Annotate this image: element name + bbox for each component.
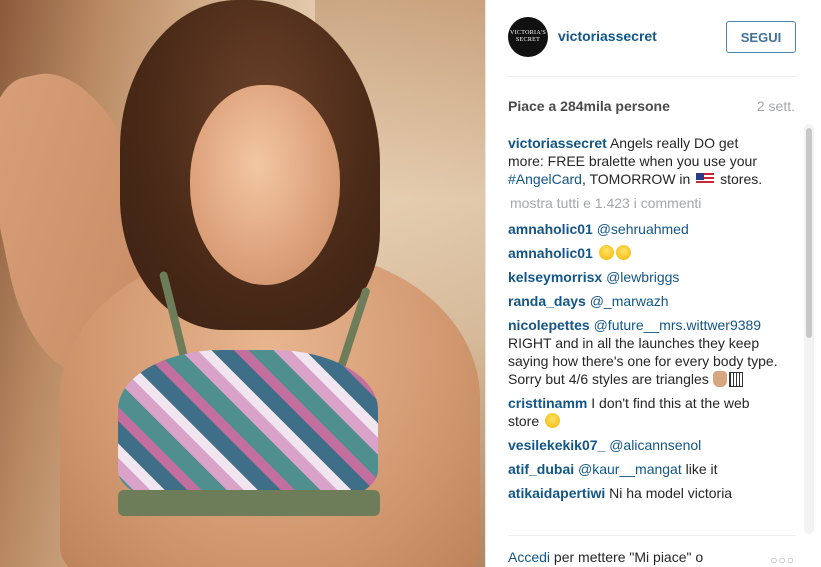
- photo-bralette: [118, 350, 378, 500]
- caption: victoriassecret Angels really DO get mor…: [508, 134, 778, 188]
- comments-list: victoriassecret Angels really DO get mor…: [508, 134, 778, 508]
- caption-hashtag[interactable]: #AngelCard: [508, 171, 582, 187]
- list-item: atikaidapertiwi Ni ha model victoria: [508, 484, 778, 502]
- comment-username[interactable]: atif_dubai: [508, 461, 574, 477]
- flag-us-icon: [696, 173, 715, 185]
- post-photo[interactable]: [0, 0, 485, 567]
- more-options-icon[interactable]: ○○○: [770, 553, 795, 567]
- photo-bralette-band: [118, 490, 380, 516]
- show-all-comments-link[interactable]: mostra tutti e 1.423 i commenti: [510, 194, 778, 212]
- post-username[interactable]: victoriassecret: [558, 28, 657, 44]
- grin-emoji-icon: [598, 245, 614, 260]
- post-time[interactable]: 2 sett.: [757, 98, 795, 114]
- hand-emoji-icon: [712, 371, 727, 387]
- comment-username[interactable]: randa_days: [508, 293, 586, 309]
- follow-button[interactable]: SEGUI: [726, 21, 796, 53]
- comments-scrollbar[interactable]: [804, 124, 814, 534]
- login-link[interactable]: Accedi: [508, 549, 550, 565]
- list-item: randa_days @_marwazh: [508, 292, 778, 310]
- comment-username[interactable]: nicolepettes: [508, 317, 590, 333]
- grin-emoji-icon: [615, 245, 631, 260]
- list-item: vesilekekik07_ @alicannsenol: [508, 436, 778, 454]
- comment-mention[interactable]: @alicannsenol: [609, 437, 701, 453]
- comment-text: like it: [681, 461, 718, 477]
- comment-username[interactable]: vesilekekik07_: [508, 437, 605, 453]
- comment-mention[interactable]: @sehruahmed: [597, 221, 689, 237]
- login-prompt: Accedi per mettere "Mi piace" o: [508, 549, 703, 565]
- comment-username[interactable]: amnaholic01: [508, 245, 593, 261]
- comment-mention[interactable]: @_marwazh: [590, 293, 669, 309]
- comment-username[interactable]: cristtinamm: [508, 395, 587, 411]
- list-item: amnaholic01: [508, 244, 778, 262]
- comment-mention[interactable]: @lewbriggs: [606, 269, 679, 285]
- post-side-panel: VICTORIA'S SECRET victoriassecret SEGUI …: [485, 0, 821, 567]
- scrollbar-thumb[interactable]: [806, 128, 812, 338]
- footer-divider: [508, 535, 796, 536]
- post-header: VICTORIA'S SECRET victoriassecret SEGUI: [486, 0, 821, 76]
- list-item: amnaholic01 @sehruahmed: [508, 220, 778, 238]
- comment-text: Ni ha model victoria: [605, 485, 733, 501]
- list-item: cristtinamm I don't find this at the web…: [508, 394, 778, 430]
- header-divider: [508, 76, 796, 77]
- likes-count[interactable]: Piace a 284mila persone: [508, 98, 670, 114]
- caption-text-2: , TOMORROW in: [581, 171, 695, 187]
- photo-face: [190, 85, 340, 285]
- sad-emoji-icon: [545, 413, 561, 428]
- login-prompt-text: per mettere "Mi piace" o: [550, 549, 704, 565]
- tofu-glyph-icon: [728, 372, 743, 387]
- list-item: atif_dubai @kaur__mangat like it: [508, 460, 778, 478]
- comment-mention[interactable]: @kaur__mangat: [578, 461, 682, 477]
- list-item: nicolepettes @future__mrs.wittwer9389 RI…: [508, 316, 778, 388]
- comment-mention[interactable]: @future__mrs.wittwer9389: [594, 317, 762, 333]
- caption-username[interactable]: victoriassecret: [508, 135, 607, 151]
- caption-text-3: stores.: [716, 171, 763, 187]
- instagram-post-window: VICTORIA'S SECRET victoriassecret SEGUI …: [0, 0, 821, 567]
- avatar-logo-text: VICTORIA'S SECRET: [510, 30, 546, 43]
- list-item: kelseymorrisx @lewbriggs: [508, 268, 778, 286]
- comment-username[interactable]: amnaholic01: [508, 221, 593, 237]
- comment-username[interactable]: atikaidapertiwi: [508, 485, 605, 501]
- comment-username[interactable]: kelseymorrisx: [508, 269, 602, 285]
- avatar[interactable]: VICTORIA'S SECRET: [508, 17, 548, 57]
